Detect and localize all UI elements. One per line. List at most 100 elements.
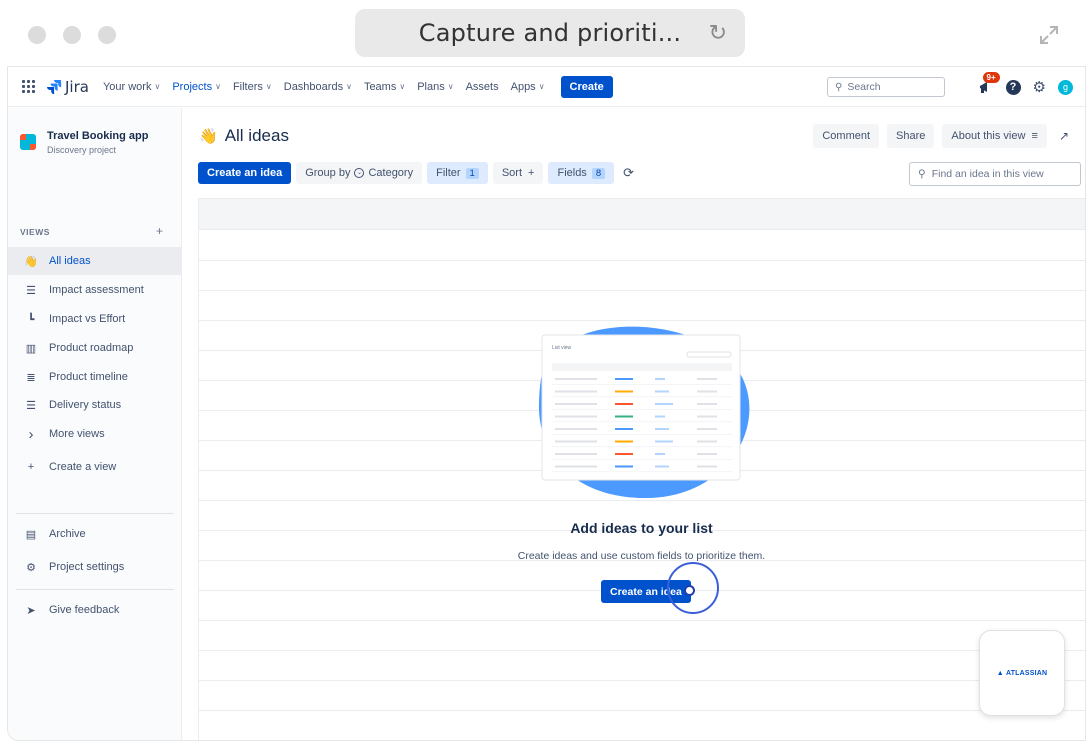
plus-icon: + — [528, 167, 535, 179]
autosave-refresh-icon[interactable]: ⟳ — [623, 165, 634, 181]
chevron-right-icon: › — [28, 425, 34, 443]
search-input[interactable]: ⚲ Search — [827, 77, 945, 97]
project-header[interactable]: Travel Booking app Discovery project — [20, 130, 148, 155]
nav-item-label: Projects — [172, 80, 213, 93]
views-section-label: VIEWS — [20, 227, 50, 237]
row-divider — [199, 320, 1085, 321]
sidebar-item-project-settings[interactable]: ⚙ Project settings — [8, 553, 182, 581]
sidebar-item-give-feedback[interactable]: ➤ Give feedback — [8, 596, 182, 624]
project-avatar-icon — [20, 134, 36, 150]
scatter-matrix-icon: ┗ — [27, 313, 35, 326]
search-icon: ⚲ — [918, 168, 926, 180]
window-minimize-dot[interactable] — [63, 26, 81, 44]
about-view-button[interactable]: About this view ≡ — [942, 124, 1047, 148]
sidebar-item-label: Impact vs Effort — [49, 313, 126, 325]
share-button[interactable]: Share — [887, 124, 935, 148]
sidebar-item-create-a-view[interactable]: + Create a view — [8, 453, 182, 481]
jira-logo[interactable]: Jira — [46, 78, 89, 96]
cursor-indicator — [684, 585, 695, 596]
filter-label: Filter — [436, 167, 461, 179]
gear-icon: ⚙ — [26, 561, 36, 574]
row-divider — [199, 290, 1085, 291]
nav-item-label: Apps — [510, 80, 536, 93]
expand-icon[interactable] — [1038, 24, 1060, 46]
filter-count-badge: 1 — [465, 167, 479, 179]
create-button[interactable]: Create — [560, 75, 613, 98]
archive-icon: ▤ — [25, 528, 37, 541]
search-placeholder: Search — [847, 81, 881, 93]
timeline-icon: ≣ — [26, 371, 36, 384]
atlassian-widget[interactable]: ▲ ATLASSIAN — [979, 630, 1065, 716]
notifications-button[interactable]: 9+ — [978, 72, 1000, 95]
nav-item-projects[interactable]: Projects ∨ — [172, 81, 221, 93]
row-divider — [199, 710, 1085, 711]
nav-item-dashboards[interactable]: Dashboards ∨ — [284, 81, 352, 93]
jira-logo-icon — [47, 79, 62, 94]
find-idea-input[interactable]: ⚲ Find an idea in this view — [909, 162, 1081, 186]
sidebar-item-product-roadmap[interactable]: ▥ Product roadmap — [8, 334, 182, 362]
sidebar-item-label: Delivery status — [49, 399, 122, 411]
fullscreen-icon[interactable]: ↗ — [1055, 129, 1073, 143]
chevron-down-icon: ∨ — [346, 82, 352, 91]
add-view-button[interactable]: + — [156, 224, 163, 238]
plus-icon: + — [27, 461, 35, 473]
comment-button[interactable]: Comment — [813, 124, 880, 148]
avatar[interactable]: g — [1058, 79, 1073, 95]
top-navigation: Jira Your work ∨ Projects ∨ Filters ∨ Dashboar… — [8, 67, 1085, 107]
sidebar-item-impact-assessment[interactable]: ☰ Impact assessment — [8, 276, 182, 304]
sidebar-item-impact-vs-effort[interactable]: ┗ Impact vs Effort — [8, 305, 182, 333]
sidebar-item-product-timeline[interactable]: ≣ Product timeline — [8, 363, 182, 391]
group-by-button[interactable]: Group by ⌄ Category — [296, 162, 423, 184]
nav-item-label: Your work — [102, 80, 152, 93]
row-divider — [199, 650, 1085, 651]
list-icon: ☰ — [26, 284, 36, 297]
jira-wordmark: Jira — [65, 77, 89, 96]
fields-label: Fields — [557, 167, 587, 179]
sidebar-item-label: More views — [49, 428, 105, 440]
atlassian-wordmark: ATLASSIAN — [1005, 669, 1048, 677]
nav-item-assets[interactable]: Assets — [466, 81, 499, 93]
project-type: Discovery project — [47, 145, 117, 155]
chevron-down-icon: ∨ — [447, 82, 454, 91]
fields-button[interactable]: Fields 8 — [548, 162, 615, 184]
project-name: Travel Booking app — [47, 130, 149, 142]
chevron-down-circle-icon: ⌄ — [354, 168, 365, 178]
sidebar-item-label: Project settings — [49, 561, 125, 573]
nav-item-your-work[interactable]: Your work ∨ — [103, 81, 160, 93]
nav-item-teams[interactable]: Teams ∨ — [364, 81, 405, 93]
atlassian-logo-icon: ▲ — [996, 669, 1006, 677]
nav-item-apps[interactable]: Apps ∨ — [511, 81, 545, 93]
sidebar-item-label: Create a view — [49, 461, 117, 473]
gear-icon[interactable]: ⚙ — [1033, 78, 1046, 96]
chevron-down-icon: ∨ — [215, 82, 221, 91]
window-close-dot[interactable] — [28, 26, 46, 44]
view-toolbar: Create an idea Group by ⌄ Category Filte… — [198, 162, 634, 184]
nav-item-filters[interactable]: Filters ∨ — [233, 81, 272, 93]
sidebar-item-delivery-status[interactable]: ☰ Delivery status — [8, 391, 182, 419]
fields-count-badge: 8 — [591, 167, 606, 179]
page-title: 👋 All ideas — [199, 126, 289, 146]
nav-item-plans[interactable]: Plans ∨ — [417, 81, 453, 93]
help-icon[interactable]: ? — [1005, 79, 1021, 95]
chevron-down-icon: ∨ — [399, 82, 406, 91]
app-switcher-icon[interactable] — [22, 79, 36, 94]
nav-item-label: Assets — [465, 80, 499, 93]
sidebar-item-more-views[interactable]: › More views — [8, 420, 182, 448]
chevron-down-icon: ∨ — [538, 82, 545, 91]
reload-icon[interactable]: ↻ — [709, 20, 727, 46]
address-bar[interactable]: Capture and prioriti... ↻ — [355, 9, 745, 57]
about-view-label: About this view — [951, 130, 1026, 142]
filter-button[interactable]: Filter 1 — [427, 162, 488, 184]
sidebar-item-all-ideas[interactable]: 👋 All ideas — [8, 247, 182, 275]
sidebar-item-label: Give feedback — [49, 604, 120, 616]
project-sidebar: Travel Booking app Discovery project VIE… — [8, 108, 182, 740]
window-zoom-dot[interactable] — [98, 26, 116, 44]
sort-button[interactable]: Sort + — [492, 162, 544, 184]
sidebar-item-label: Impact assessment — [49, 284, 144, 296]
sidebar-divider — [16, 589, 174, 590]
create-idea-button[interactable]: Create an idea — [198, 162, 292, 184]
hand-wave-icon: 👋 — [24, 255, 38, 268]
sidebar-item-archive[interactable]: ▤ Archive — [8, 520, 182, 548]
list-header-row — [199, 199, 1085, 230]
search-icon: ⚲ — [835, 81, 843, 93]
